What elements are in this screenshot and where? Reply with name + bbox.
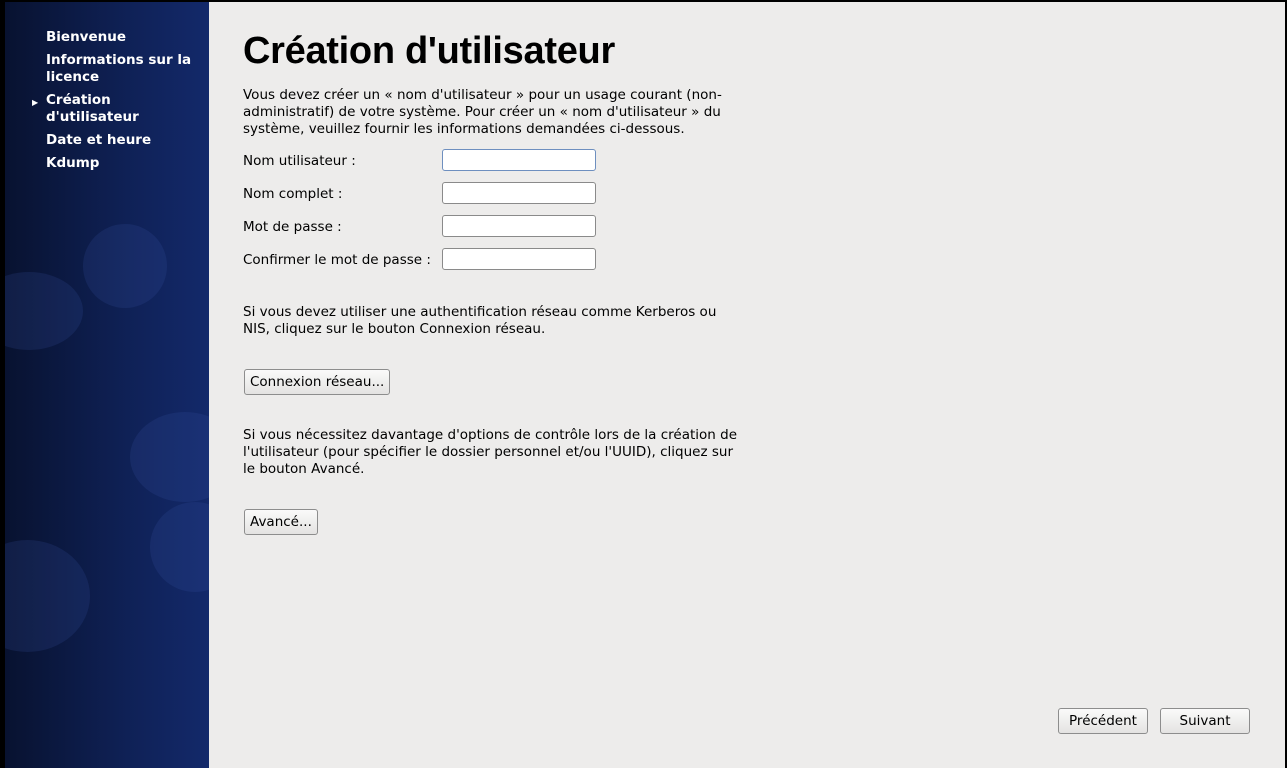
intro-text: Vous devez créer un « nom d'utilisateur … bbox=[243, 87, 722, 137]
fullname-label: Nom complet : bbox=[243, 186, 343, 202]
back-button[interactable]: Précédent bbox=[1058, 708, 1148, 734]
network-auth-text: Si vous devez utiliser une authentificat… bbox=[243, 304, 717, 337]
sidebar-item-kdump: Kdump bbox=[46, 155, 100, 171]
sidebar: Bienvenue Informations sur la licence ▶ … bbox=[5, 2, 209, 768]
sidebar-item-creation-utilisateur: Création d'utilisateur bbox=[46, 92, 139, 125]
password-label: Mot de passe : bbox=[243, 219, 342, 235]
page-title: Création d'utilisateur bbox=[243, 30, 615, 72]
fullname-input[interactable] bbox=[442, 182, 596, 204]
username-input[interactable] bbox=[442, 149, 596, 171]
advanced-button[interactable]: Avancé... bbox=[244, 509, 318, 535]
sidebar-item-date-heure: Date et heure bbox=[46, 132, 152, 148]
sidebar-item-licence: Informations sur la licence bbox=[46, 52, 192, 85]
password-input[interactable] bbox=[442, 215, 596, 237]
decorative-bubble bbox=[5, 540, 90, 652]
next-button[interactable]: Suivant bbox=[1160, 708, 1250, 734]
decorative-bubble bbox=[130, 412, 209, 502]
username-label: Nom utilisateur : bbox=[243, 153, 356, 169]
decorative-bubble bbox=[5, 272, 83, 350]
sidebar-item-bienvenue: Bienvenue bbox=[46, 29, 127, 45]
advanced-text: Si vous nécessitez davantage d'options d… bbox=[243, 427, 738, 477]
decorative-bubble bbox=[83, 224, 167, 308]
decorative-bubble bbox=[150, 502, 209, 592]
main-panel: Création d'utilisateur Vous devez créer … bbox=[209, 2, 1285, 768]
triangle-right-icon: ▶ bbox=[32, 98, 39, 107]
network-login-button[interactable]: Connexion réseau... bbox=[244, 369, 391, 395]
confirm-password-input[interactable] bbox=[442, 248, 596, 270]
confirm-password-label: Confirmer le mot de passe : bbox=[243, 252, 431, 268]
